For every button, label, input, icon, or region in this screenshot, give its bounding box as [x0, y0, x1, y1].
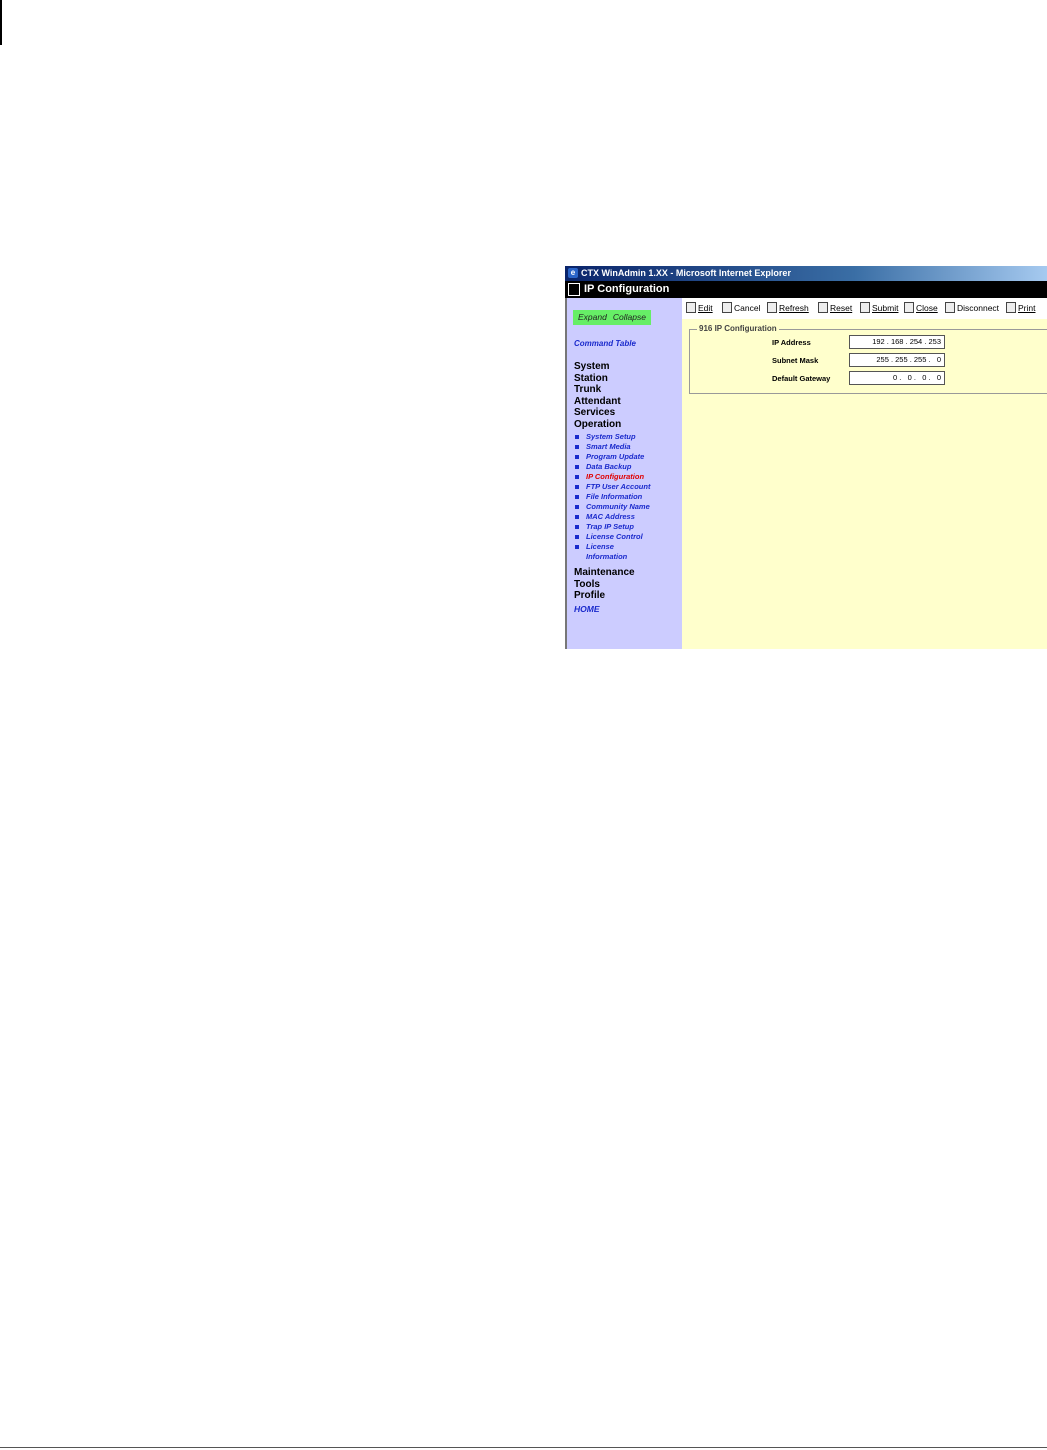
- submenu-item[interactable]: FTP User Account: [574, 482, 680, 492]
- submenu-item[interactable]: Community Name: [574, 502, 680, 512]
- menu-item-trunk[interactable]: Trunk: [574, 384, 621, 396]
- submenu-item[interactable]: Program Update: [574, 452, 680, 462]
- ip-address-input[interactable]: 192 . 168 . 254 . 253: [849, 335, 945, 349]
- print-icon: [1006, 302, 1016, 313]
- bullet-icon: [575, 455, 579, 459]
- menu-item-station[interactable]: Station: [574, 373, 621, 385]
- undo-icon: [722, 302, 732, 313]
- submenu-item[interactable]: Trap IP Setup: [574, 522, 680, 532]
- secondary-menu: Maintenance Tools Profile: [574, 567, 635, 602]
- bullet-icon: [575, 465, 579, 469]
- footer-rule: [0, 1447, 1047, 1448]
- submenu-item[interactable]: Data Backup: [574, 462, 680, 472]
- print-button[interactable]: Print: [1006, 302, 1035, 315]
- disconnect-icon: [945, 302, 955, 313]
- subnet-mask-input[interactable]: 255 . 255 . 255 . 0: [849, 353, 945, 367]
- bullet-icon: [575, 475, 579, 479]
- internet-explorer-icon: e: [568, 268, 578, 278]
- toolbar: Edit Cancel Refresh Reset Submit Close D…: [682, 298, 1047, 320]
- close-icon: [904, 302, 914, 313]
- main-menu: System Station Trunk Attendant Services …: [574, 361, 621, 430]
- menu-item-maintenance[interactable]: Maintenance: [574, 567, 635, 579]
- menu-item-profile[interactable]: Profile: [574, 590, 635, 602]
- ip-address-label: IP Address: [772, 338, 811, 347]
- bullet-icon: [575, 515, 579, 519]
- bullet-icon: [575, 535, 579, 539]
- submenu-item[interactable]: System Setup: [574, 432, 680, 442]
- submenu-item[interactable]: File Information: [574, 492, 680, 502]
- disconnect-button[interactable]: Disconnect: [945, 302, 999, 315]
- home-link[interactable]: HOME: [574, 604, 600, 614]
- submit-button[interactable]: Submit: [860, 302, 898, 315]
- bullet-icon: [575, 545, 579, 549]
- operation-submenu: System Setup Smart Media Program Update …: [574, 432, 680, 562]
- subnet-mask-label: Subnet Mask: [772, 356, 819, 365]
- reset-icon: [818, 302, 828, 313]
- default-gateway-label: Default Gateway: [772, 374, 831, 383]
- menu-item-operation[interactable]: Operation: [574, 419, 621, 431]
- edit-button[interactable]: Edit: [686, 302, 713, 315]
- submit-icon: [860, 302, 870, 313]
- submenu-item-ip-configuration[interactable]: IP Configuration: [574, 472, 680, 482]
- menu-item-attendant[interactable]: Attendant: [574, 396, 621, 408]
- default-gateway-input[interactable]: 0 . 0 . 0 . 0: [849, 371, 945, 385]
- bullet-icon: [575, 445, 579, 449]
- sidebar: Expand Collapse Command Table System Stat…: [565, 298, 682, 649]
- ip-config-fieldset: 916 IP Configuration IP Address 192 . 16…: [689, 324, 1047, 394]
- menu-item-system[interactable]: System: [574, 361, 621, 373]
- menu-item-services[interactable]: Services: [574, 407, 621, 419]
- edit-icon: [686, 302, 696, 313]
- cancel-button[interactable]: Cancel: [722, 302, 760, 315]
- submenu-item[interactable]: MAC Address: [574, 512, 680, 522]
- page-corner-mark: [0, 0, 2, 45]
- reset-button[interactable]: Reset: [818, 302, 852, 315]
- collapse-link[interactable]: Collapse: [610, 310, 649, 325]
- command-table-link[interactable]: Command Table: [574, 339, 636, 348]
- window-titlebar: e CTX WinAdmin 1.XX - Microsoft Internet …: [565, 266, 1047, 281]
- menu-item-tools[interactable]: Tools: [574, 579, 635, 591]
- document-icon: [568, 283, 580, 296]
- bullet-icon: [575, 525, 579, 529]
- close-button[interactable]: Close: [904, 302, 938, 315]
- refresh-button[interactable]: Refresh: [767, 302, 809, 315]
- expand-collapse-bar: Expand Collapse: [573, 310, 651, 325]
- main-content: 916 IP Configuration IP Address 192 . 16…: [682, 319, 1047, 649]
- refresh-icon: [767, 302, 777, 313]
- fieldset-legend: 916 IP Configuration: [697, 324, 779, 333]
- bullet-icon: [575, 435, 579, 439]
- submenu-item[interactable]: Smart Media: [574, 442, 680, 452]
- bullet-icon: [575, 485, 579, 489]
- window-title: CTX WinAdmin 1.XX - Microsoft Internet E…: [581, 268, 791, 278]
- submenu-item[interactable]: License Information: [574, 542, 644, 562]
- page-title: IP Configuration: [584, 283, 670, 295]
- page-header: IP Configuration: [565, 281, 1047, 298]
- submenu-item[interactable]: License Control: [574, 532, 680, 542]
- browser-window: e CTX WinAdmin 1.XX - Microsoft Internet …: [565, 266, 1047, 649]
- expand-link[interactable]: Expand: [575, 310, 610, 325]
- bullet-icon: [575, 505, 579, 509]
- bullet-icon: [575, 495, 579, 499]
